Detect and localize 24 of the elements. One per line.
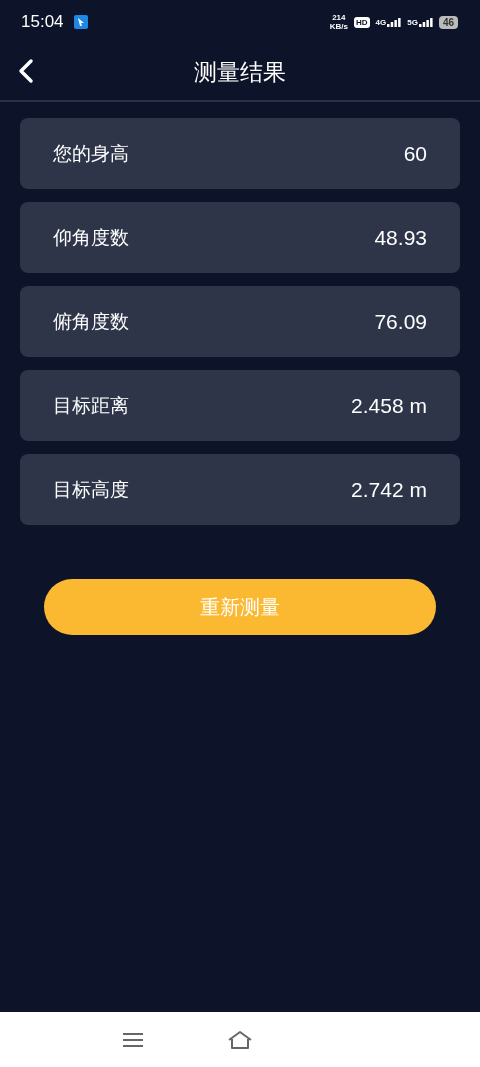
back-button[interactable]	[18, 58, 34, 84]
home-icon[interactable]	[227, 1029, 253, 1050]
result-label: 目标高度	[53, 476, 129, 502]
result-label: 您的身高	[53, 140, 129, 166]
result-label: 俯角度数	[53, 308, 129, 334]
result-value: 60	[403, 141, 427, 166]
result-value: 76.09	[374, 309, 427, 334]
network-speed: 214 KB/s	[329, 13, 348, 31]
signal-icon	[418, 17, 433, 27]
result-label: 目标距离	[53, 392, 129, 418]
result-value: 2.458 m	[351, 393, 427, 418]
network-type: 5G	[407, 17, 418, 27]
menu-icon[interactable]	[123, 1031, 143, 1048]
result-value: 48.93	[374, 225, 427, 250]
result-value: 2.742 m	[351, 477, 427, 502]
app-notification-icon	[73, 15, 88, 29]
hd-badge: HD	[353, 16, 370, 28]
result-label: 仰角度数	[53, 224, 129, 250]
battery-indicator: 46	[438, 15, 458, 29]
signal-icon	[387, 17, 402, 27]
remeasure-button[interactable]: 重新测量	[44, 579, 436, 635]
page-title: 测量结果	[194, 57, 286, 87]
status-time: 15:04	[21, 12, 64, 32]
network-type: 4G	[375, 17, 387, 27]
